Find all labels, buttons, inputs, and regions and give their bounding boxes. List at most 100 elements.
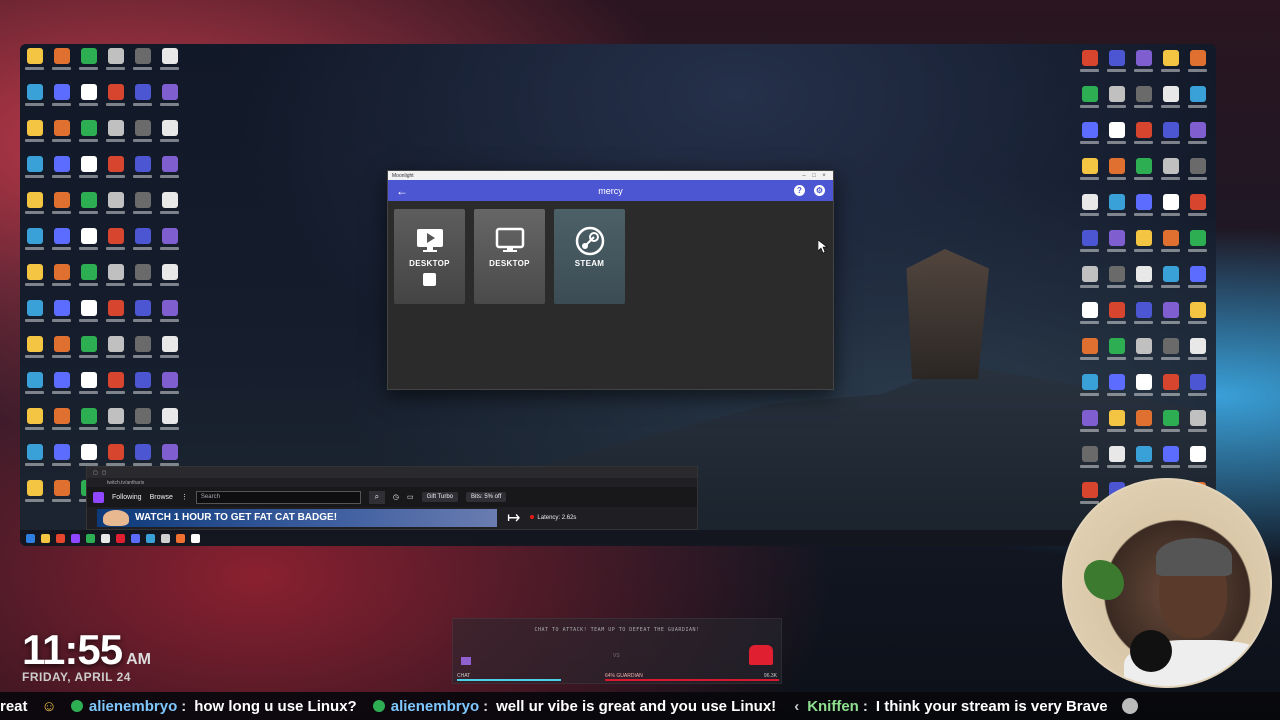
inbox-icon[interactable]: ▭: [407, 493, 414, 501]
desktop-shortcut-icon[interactable]: [1079, 194, 1100, 225]
desktop-shortcut-icon[interactable]: [1106, 338, 1127, 369]
collapse-icon[interactable]: ↦: [507, 508, 520, 528]
desktop-shortcut-icon[interactable]: [1079, 158, 1100, 189]
desktop-shortcut-icon[interactable]: [105, 336, 126, 367]
desktop-shortcut-icon[interactable]: [78, 264, 99, 295]
desktop-shortcut-icon[interactable]: [51, 372, 72, 403]
desktop-shortcut-icon[interactable]: [51, 228, 72, 259]
desktop-shortcut-icon[interactable]: [1160, 374, 1181, 405]
desktop-shortcut-icon[interactable]: [1106, 410, 1127, 441]
tab-icon[interactable]: ▢: [102, 470, 107, 476]
desktop-shortcut-icon[interactable]: [51, 48, 72, 79]
desktop-shortcut-icon[interactable]: [51, 444, 72, 475]
desktop-shortcut-icon[interactable]: [105, 300, 126, 331]
desktop-shortcut-icon[interactable]: [1160, 338, 1181, 369]
desktop-shortcut-icon[interactable]: [78, 228, 99, 259]
desktop-shortcut-icon[interactable]: [1187, 122, 1208, 153]
taskbar-app-icon[interactable]: [101, 533, 110, 543]
desktop-shortcut-icon[interactable]: [1133, 158, 1154, 189]
desktop-shortcut-icon[interactable]: [1106, 446, 1127, 477]
desktop-shortcut-icon[interactable]: [24, 300, 45, 331]
taskbar-app-icon[interactable]: [146, 533, 155, 543]
desktop-shortcut-icon[interactable]: [1079, 374, 1100, 405]
desktop-shortcut-icon[interactable]: [1160, 266, 1181, 297]
desktop-shortcut-icon[interactable]: [24, 228, 45, 259]
desktop-shortcut-icon[interactable]: [105, 84, 126, 115]
settings-gear-icon[interactable]: ⚙: [814, 185, 825, 196]
desktop-shortcut-icon[interactable]: [1187, 86, 1208, 117]
desktop-shortcut-icon[interactable]: [1106, 122, 1127, 153]
desktop-shortcut-icon[interactable]: [24, 48, 45, 79]
desktop-shortcut-icon[interactable]: [105, 120, 126, 151]
taskbar-app-icon[interactable]: [116, 533, 125, 543]
desktop-shortcut-icon[interactable]: [1106, 266, 1127, 297]
desktop-shortcut-icon[interactable]: [24, 264, 45, 295]
desktop-shortcut-icon[interactable]: [24, 444, 45, 475]
minimize-button[interactable]: –: [799, 173, 809, 179]
desktop-shortcut-icon[interactable]: [1187, 446, 1208, 477]
desktop-shortcut-icon[interactable]: [1106, 374, 1127, 405]
desktop-shortcut-icon[interactable]: [1187, 410, 1208, 441]
nav-following[interactable]: Following: [112, 494, 142, 501]
desktop-shortcut-icon[interactable]: [1187, 338, 1208, 369]
desktop-shortcut-icon[interactable]: [159, 48, 180, 79]
desktop-shortcut-icon[interactable]: [1106, 158, 1127, 189]
desktop-shortcut-icon[interactable]: [78, 192, 99, 223]
stop-icon[interactable]: [423, 273, 436, 286]
desktop-shortcut-icon[interactable]: [1079, 230, 1100, 261]
desktop-shortcut-icon[interactable]: [1133, 86, 1154, 117]
desktop-shortcut-icon[interactable]: [159, 264, 180, 295]
desktop-shortcut-icon[interactable]: [1133, 50, 1154, 81]
desktop-shortcut-icon[interactable]: [1160, 86, 1181, 117]
desktop-shortcut-icon[interactable]: [132, 192, 153, 223]
desktop-shortcut-icon[interactable]: [105, 228, 126, 259]
app-tile-desktop-running[interactable]: DESKTOP: [394, 209, 465, 304]
desktop-shortcut-icon[interactable]: [105, 264, 126, 295]
desktop-shortcut-icon[interactable]: [1079, 338, 1100, 369]
desktop-shortcut-icon[interactable]: [1106, 230, 1127, 261]
taskbar-app-icon[interactable]: [86, 533, 95, 543]
desktop-shortcut-icon[interactable]: [132, 84, 153, 115]
desktop-shortcut-icon[interactable]: [159, 408, 180, 439]
desktop-shortcut-icon[interactable]: [24, 372, 45, 403]
taskbar-app-icon[interactable]: [176, 533, 185, 543]
desktop-shortcut-icon[interactable]: [1133, 374, 1154, 405]
desktop-shortcut-icon[interactable]: [51, 84, 72, 115]
address-bar[interactable]: twitch.tv/antharis: [87, 478, 697, 487]
desktop-shortcut-icon[interactable]: [1079, 446, 1100, 477]
desktop-shortcut-icon[interactable]: [78, 300, 99, 331]
desktop-shortcut-icon[interactable]: [132, 228, 153, 259]
desktop-shortcut-icon[interactable]: [51, 192, 72, 223]
tab-icon[interactable]: ▢: [93, 470, 98, 476]
desktop-shortcut-icon[interactable]: [1187, 194, 1208, 225]
desktop-shortcut-icon[interactable]: [132, 300, 153, 331]
desktop-shortcut-icon[interactable]: [159, 372, 180, 403]
desktop-shortcut-icon[interactable]: [24, 336, 45, 367]
desktop-shortcut-icon[interactable]: [132, 120, 153, 151]
desktop-shortcut-icon[interactable]: [78, 120, 99, 151]
desktop-shortcut-icon[interactable]: [1187, 266, 1208, 297]
desktop-shortcut-icon[interactable]: [1133, 338, 1154, 369]
desktop-shortcut-icon[interactable]: [132, 372, 153, 403]
desktop-shortcut-icon[interactable]: [1106, 50, 1127, 81]
desktop-shortcut-icon[interactable]: [1187, 302, 1208, 333]
desktop-shortcut-icon[interactable]: [1160, 410, 1181, 441]
desktop-shortcut-icon[interactable]: [51, 264, 72, 295]
desktop-shortcut-icon[interactable]: [51, 408, 72, 439]
twitch-logo-icon[interactable]: [93, 491, 104, 503]
desktop-shortcut-icon[interactable]: [1160, 50, 1181, 81]
notifications-icon[interactable]: ◷: [393, 493, 399, 501]
app-tile-steam[interactable]: STEAM: [554, 209, 625, 304]
back-arrow-icon[interactable]: ←: [396, 184, 408, 198]
desktop-shortcut-icon[interactable]: [1187, 50, 1208, 81]
search-input[interactable]: Search: [195, 490, 361, 504]
desktop-shortcut-icon[interactable]: [159, 336, 180, 367]
desktop-shortcut-icon[interactable]: [24, 408, 45, 439]
desktop-shortcut-icon[interactable]: [78, 84, 99, 115]
desktop-shortcut-icon[interactable]: [132, 264, 153, 295]
desktop-shortcut-icon[interactable]: [1160, 230, 1181, 261]
desktop-shortcut-icon[interactable]: [24, 192, 45, 223]
desktop-shortcut-icon[interactable]: [1106, 86, 1127, 117]
maximize-button[interactable]: □: [809, 173, 819, 179]
desktop-shortcut-icon[interactable]: [132, 336, 153, 367]
